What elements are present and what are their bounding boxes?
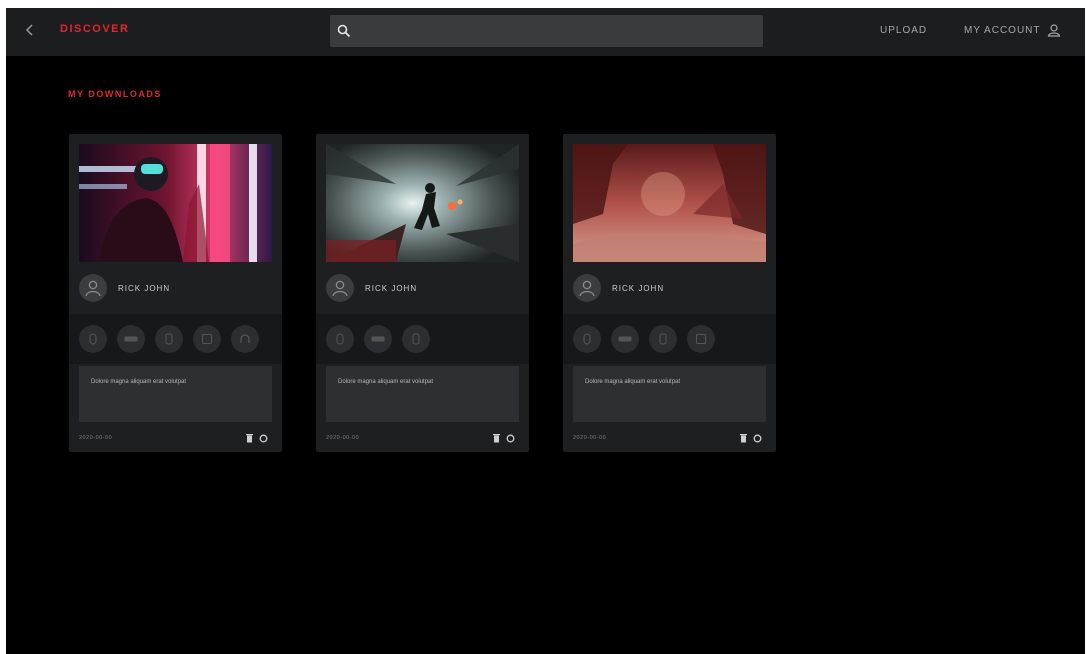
app-window: DISCOVER UPLOAD MY ACCOUNT MY DOWNLOADS <box>6 8 1085 654</box>
date-label: 2020-00-00 <box>79 435 113 441</box>
card-author[interactable]: RICK JOHN <box>326 272 519 304</box>
circle-icon[interactable] <box>506 434 515 443</box>
download-card[interactable]: RICK JOHN Dolore magna aliquam erat volu… <box>69 134 282 452</box>
description-box: Dolore magna aliquam erat volutpat <box>326 366 519 422</box>
upload-link[interactable]: UPLOAD <box>880 25 927 36</box>
description-text: Dolore magna aliquam erat volutpat <box>585 379 681 385</box>
user-icon <box>85 280 101 297</box>
circle-icon[interactable] <box>753 434 762 443</box>
headset-icon[interactable] <box>231 325 259 353</box>
controller-icon[interactable] <box>155 325 183 353</box>
trash-icon[interactable] <box>493 433 500 443</box>
top-bar: DISCOVER UPLOAD MY ACCOUNT <box>6 8 1085 56</box>
discover-link[interactable]: DISCOVER <box>60 23 129 35</box>
back-button[interactable] <box>20 22 40 42</box>
description-text: Dolore magna aliquam erat volutpat <box>338 379 434 385</box>
search-icon <box>337 24 351 38</box>
controller-icon[interactable] <box>402 325 430 353</box>
date-label: 2020-00-00 <box>573 435 607 441</box>
author-name: RICK JOHN <box>612 283 665 293</box>
my-account-link[interactable]: MY ACCOUNT <box>964 23 1061 37</box>
description-box: Dolore magna aliquam erat volutpat <box>79 366 272 422</box>
mouse-icon[interactable] <box>79 325 107 353</box>
author-name: RICK JOHN <box>365 283 418 293</box>
date-label: 2020-00-00 <box>326 435 360 441</box>
user-icon <box>579 280 595 297</box>
my-account-label: MY ACCOUNT <box>964 24 1041 36</box>
mouse-icon[interactable] <box>573 325 601 353</box>
avatar <box>573 274 601 302</box>
gear-icons-row <box>69 314 282 364</box>
trash-icon[interactable] <box>740 433 747 443</box>
keyboard-icon[interactable] <box>611 325 639 353</box>
card-actions <box>493 433 515 443</box>
circle-icon[interactable] <box>259 434 268 443</box>
card-thumbnail[interactable] <box>326 144 519 262</box>
keyboard-icon[interactable] <box>364 325 392 353</box>
card-author[interactable]: RICK JOHN <box>79 272 272 304</box>
card-thumbnail[interactable] <box>573 144 766 262</box>
card-footer: 2020-00-00 <box>573 431 766 445</box>
mouse-icon[interactable] <box>326 325 354 353</box>
search-bar[interactable] <box>330 15 763 49</box>
neon-helmet-figure-image <box>79 144 272 262</box>
card-thumbnail[interactable] <box>79 144 272 262</box>
card-actions <box>246 433 268 443</box>
gear-icons-row <box>563 314 776 364</box>
red-ruins-landscape-image <box>573 144 766 262</box>
card-actions <box>740 433 762 443</box>
author-name: RICK JOHN <box>118 283 171 293</box>
page-title: MY DOWNLOADS <box>68 89 162 99</box>
description-box: Dolore magna aliquam erat volutpat <box>573 366 766 422</box>
keyboard-icon[interactable] <box>117 325 145 353</box>
user-icon <box>1047 24 1060 37</box>
user-icon <box>332 280 348 297</box>
monitor-icon[interactable] <box>687 325 715 353</box>
search-input[interactable] <box>358 15 757 49</box>
avatar <box>326 274 354 302</box>
controller-icon[interactable] <box>649 325 677 353</box>
gear-icons-row <box>316 314 529 364</box>
monitor-icon[interactable] <box>193 325 221 353</box>
chevron-left-icon <box>25 24 33 36</box>
description-text: Dolore magna aliquam erat volutpat <box>91 379 187 385</box>
soldier-explosion-image <box>326 144 519 262</box>
card-footer: 2020-00-00 <box>326 431 519 445</box>
download-card[interactable]: RICK JOHN Dolore magna aliquam erat volu… <box>563 134 776 452</box>
download-card[interactable]: RICK JOHN Dolore magna aliquam erat volu… <box>316 134 529 452</box>
card-footer: 2020-00-00 <box>79 431 272 445</box>
trash-icon[interactable] <box>246 433 253 443</box>
avatar <box>79 274 107 302</box>
card-author[interactable]: RICK JOHN <box>573 272 766 304</box>
